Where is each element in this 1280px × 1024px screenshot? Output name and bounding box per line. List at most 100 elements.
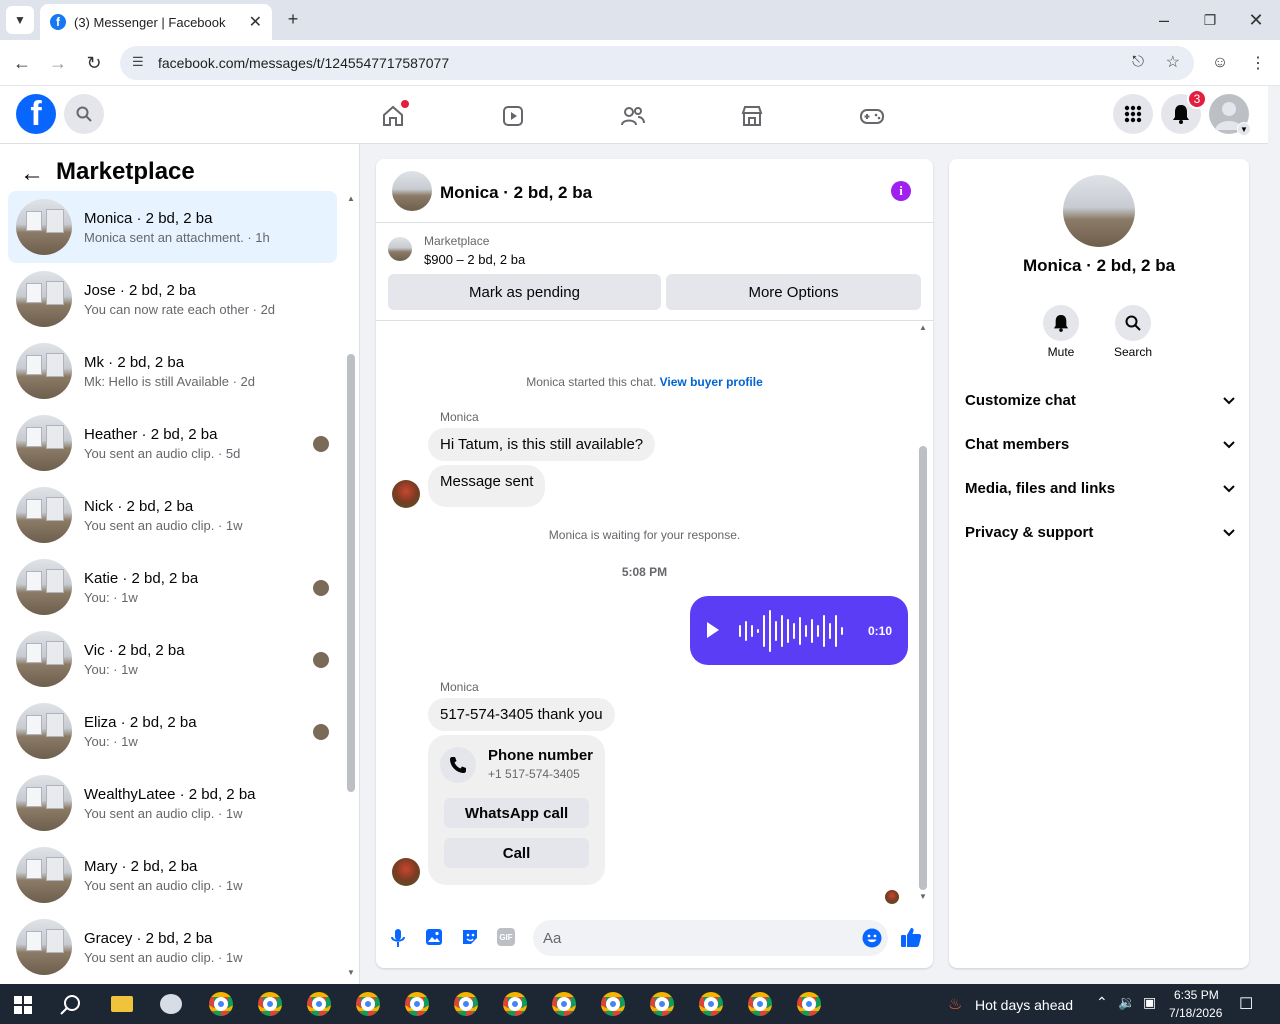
chrome-taskbar-icon[interactable] — [797, 992, 821, 1016]
marketplace-icon[interactable] — [738, 102, 766, 130]
info-section-row[interactable]: Media, files and links — [965, 480, 1235, 497]
sticker-icon[interactable] — [461, 928, 479, 946]
install-icon[interactable]: ⎋ — [1132, 53, 1144, 70]
conversation-item[interactable]: Mk · 2 bd, 2 ba Mk: Hello is still Availa… — [8, 335, 337, 407]
chat-scrollbar-thumb[interactable] — [919, 446, 927, 890]
conversation-item[interactable]: Eliza · 2 bd, 2 ba You: · 1w — [8, 695, 337, 767]
notification-center-icon[interactable]: ☐ — [1239, 994, 1253, 1014]
info-section-row[interactable]: Customize chat — [965, 392, 1235, 409]
play-icon[interactable] — [707, 622, 719, 638]
chrome-taskbar-icon[interactable] — [209, 992, 233, 1016]
search-button[interactable] — [1115, 305, 1151, 341]
left-scrollbar-thumb[interactable] — [347, 354, 355, 792]
profile-avatar[interactable] — [1063, 175, 1135, 247]
chrome-taskbar-icon[interactable] — [601, 992, 625, 1016]
url-bar[interactable]: ☰ facebook.com/messages/t/12455477175870… — [120, 46, 1194, 80]
scroll-down-icon[interactable]: ▼ — [347, 968, 355, 977]
back-arrow-icon[interactable]: ← — [20, 160, 44, 188]
tab-close-icon[interactable]: ✕ — [249, 12, 262, 32]
chrome-taskbar-icon[interactable] — [454, 992, 478, 1016]
chrome-taskbar-icon[interactable] — [748, 992, 772, 1016]
sender-avatar[interactable] — [392, 858, 420, 886]
weather-icon[interactable]: ♨ — [948, 994, 962, 1014]
mute-button[interactable] — [1043, 305, 1079, 341]
thumbs-up-icon[interactable] — [900, 926, 922, 948]
whatsapp-call-button[interactable]: WhatsApp call — [444, 798, 589, 828]
microphone-icon[interactable] — [390, 928, 406, 948]
minimize-button[interactable]: – — [1152, 8, 1176, 32]
conversation-item[interactable]: Nick · 2 bd, 2 ba You sent an audio clip.… — [8, 479, 337, 551]
menu-grid-button[interactable] — [1113, 94, 1153, 134]
listing-price[interactable]: $900 – 2 bd, 2 ba — [424, 252, 525, 267]
photo-icon[interactable] — [425, 928, 443, 946]
account-avatar[interactable]: ▼ — [1209, 94, 1251, 136]
message-input[interactable]: Aa — [533, 920, 888, 956]
listing-thumbnail[interactable] — [388, 237, 412, 261]
search-button[interactable] — [64, 94, 104, 134]
conversation-item[interactable]: Vic · 2 bd, 2 ba You: · 1w — [8, 623, 337, 695]
restore-button[interactable]: ❐ — [1198, 8, 1222, 32]
conversation-item[interactable]: Mary · 2 bd, 2 ba You sent an audio clip.… — [8, 839, 337, 911]
chrome-taskbar-icon[interactable] — [356, 992, 380, 1016]
video-icon[interactable] — [499, 102, 527, 130]
info-section-row[interactable]: Privacy & support — [965, 524, 1235, 541]
friends-icon[interactable] — [619, 102, 647, 130]
chat-scroll-down-icon[interactable]: ▼ — [919, 892, 927, 901]
paint-app-icon[interactable] — [160, 994, 182, 1014]
sender-avatar[interactable] — [392, 480, 420, 508]
scroll-up-icon[interactable]: ▲ — [347, 194, 355, 203]
reload-icon[interactable]: ↻ — [82, 51, 106, 75]
conversation-item[interactable]: Heather · 2 bd, 2 ba You sent an audio cl… — [8, 407, 337, 479]
info-section-row[interactable]: Chat members — [965, 436, 1235, 453]
view-buyer-profile-link[interactable]: View buyer profile — [660, 375, 763, 389]
network-icon[interactable]: ▣ — [1143, 994, 1156, 1011]
more-options-button[interactable]: More Options — [666, 274, 921, 310]
chrome-taskbar-icon[interactable] — [307, 992, 331, 1016]
back-icon[interactable]: ← — [10, 51, 34, 75]
gaming-icon[interactable] — [858, 102, 886, 130]
volume-icon[interactable]: 🔉 — [1118, 994, 1135, 1011]
chrome-taskbar-icon[interactable] — [405, 992, 429, 1016]
taskbar-search-icon[interactable] — [60, 994, 82, 1016]
chrome-taskbar-icon[interactable] — [552, 992, 576, 1016]
tray-chevron-icon[interactable]: ⌃ — [1096, 994, 1108, 1011]
conversation-item[interactable]: Monica · 2 bd, 2 ba Monica sent an attach… — [8, 191, 337, 263]
conversation-item[interactable]: Gracey · 2 bd, 2 ba You sent an audio cli… — [8, 911, 337, 983]
emoji-icon[interactable] — [862, 928, 882, 948]
chrome-taskbar-icon[interactable] — [699, 992, 723, 1016]
home-icon[interactable] — [379, 100, 409, 130]
clock-time[interactable]: 6:35 PM — [1174, 988, 1219, 1002]
gif-icon[interactable]: GIF — [497, 928, 515, 946]
mark-pending-button[interactable]: Mark as pending — [388, 274, 661, 310]
conversation-item[interactable]: Jose · 2 bd, 2 ba You can now rate each o… — [8, 263, 337, 335]
windows-start-icon[interactable] — [14, 996, 32, 1014]
conversation-item[interactable]: WealthyLatee · 2 bd, 2 ba You sent an aud… — [8, 767, 337, 839]
browser-menu-icon[interactable]: ⋮ — [1246, 51, 1270, 75]
chat-avatar[interactable] — [392, 171, 432, 211]
window-close-button[interactable]: ✕ — [1244, 8, 1268, 32]
chat-title[interactable]: Monica · 2 bd, 2 ba — [440, 183, 592, 203]
message-bubble[interactable]: 517-574-3405 thank you — [428, 698, 615, 731]
clock-date[interactable]: 7/18/2026 — [1169, 1006, 1222, 1020]
facebook-logo-icon[interactable]: f — [16, 94, 56, 134]
weather-text[interactable]: Hot days ahead — [975, 997, 1073, 1013]
new-tab-button[interactable]: + — [282, 8, 304, 30]
browser-tab[interactable]: f (3) Messenger | Facebook ✕ — [40, 4, 272, 40]
file-explorer-icon[interactable] — [111, 996, 133, 1012]
conversation-item[interactable]: Katie · 2 bd, 2 ba You: · 1w — [8, 551, 337, 623]
mute-label: Mute — [1047, 345, 1075, 359]
tab-list-button[interactable]: ▼ — [6, 6, 34, 34]
chrome-taskbar-icon[interactable] — [258, 992, 282, 1016]
bookmark-star-icon[interactable]: ☆ — [1166, 52, 1180, 72]
audio-message[interactable]: 0:10 — [690, 596, 908, 665]
info-icon[interactable]: i — [891, 181, 911, 201]
site-info-icon[interactable]: ☰ — [132, 54, 144, 70]
message-bubble[interactable]: Hi Tatum, is this still available? — [428, 428, 656, 461]
message-bubble[interactable]: Message sent — [428, 465, 546, 507]
forward-icon[interactable]: → — [46, 51, 70, 75]
chat-scroll-up-icon[interactable]: ▲ — [919, 323, 927, 332]
profile-icon[interactable]: ☺ — [1208, 51, 1232, 75]
chrome-taskbar-icon[interactable] — [503, 992, 527, 1016]
call-button[interactable]: Call — [444, 838, 589, 868]
chrome-taskbar-icon[interactable] — [650, 992, 674, 1016]
